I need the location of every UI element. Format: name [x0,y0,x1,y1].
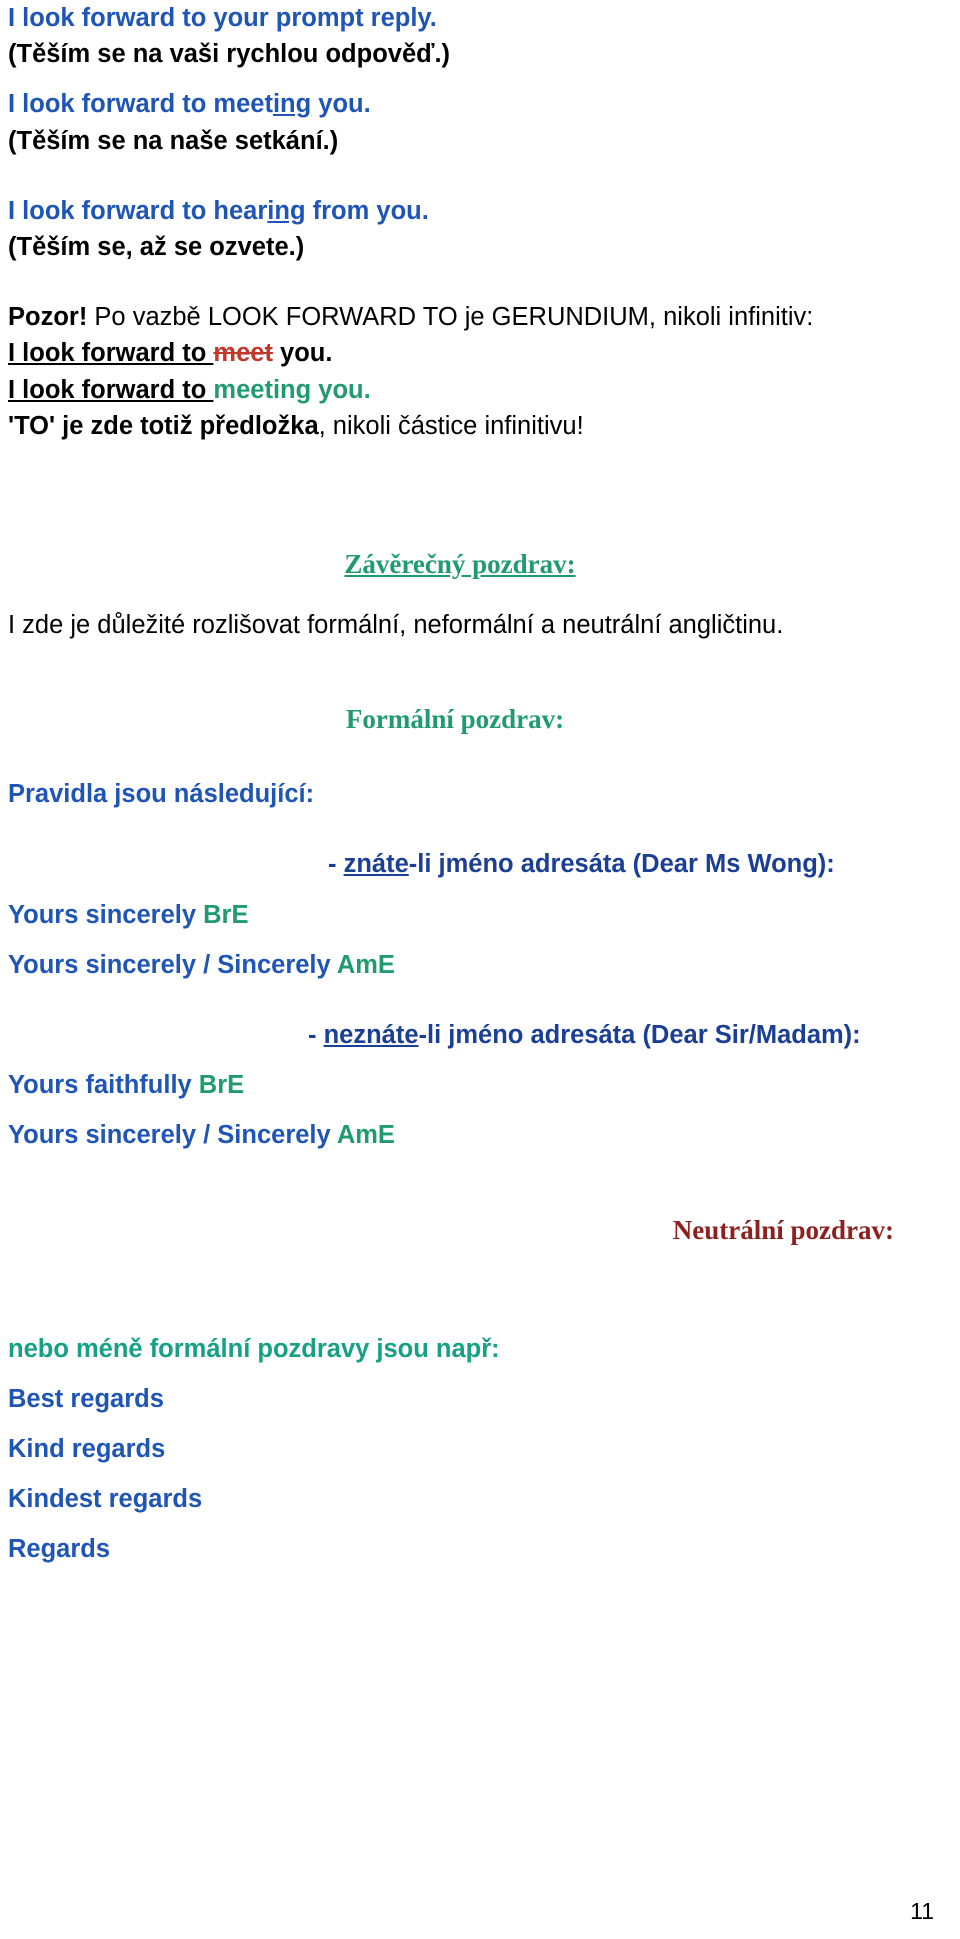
known-option-1-text: Yours sincerely [8,900,204,929]
example-3-english: I look forward to hearing from you. [8,193,942,229]
unknown-underline: neznáte [323,1021,419,1050]
known-option-1-variant: BrE [203,900,249,929]
neutral-item-2: Kind regards [8,1435,166,1464]
pozor-wrong-word: meet [213,339,273,368]
example-2-english-post: you. [311,90,371,119]
example-1-english: I look forward to your prompt reply. [8,4,437,32]
known-suffix: -li jméno adresáta (Dear Ms Wong): [408,850,835,879]
neutral-heading: Neutrální pozdrav: [672,1214,894,1245]
pozor-right-prefix: I look forward to [8,375,214,404]
unknown-option-2-variant: AmE [336,1121,395,1150]
known-addressee-rule: - znáte-li jméno adresáta (Dear Ms Wong)… [8,846,942,882]
pozor-rest: Po vazbě LOOK FORWARD TO je GERUNDIUM, n… [87,303,814,332]
known-option-2: Yours sincerely / Sincerely AmE [8,947,942,983]
neutral-intro: nebo méně formální pozdravy jsou např: [8,1334,500,1363]
neutral-item-3: Kindest regards [8,1485,203,1514]
unknown-option-2: Yours sincerely / Sincerely AmE [8,1117,942,1153]
example-3-english-pre: I look forward to hear [8,196,268,225]
pozor-note: 'TO' je zde totiž předložka, nikoli část… [8,408,942,444]
unknown-prefix: - [308,1021,324,1050]
known-underline: znáte [343,850,409,879]
rules-label: Pravidla jsou následující: [8,780,315,809]
unknown-option-1-variant: BrE [198,1071,245,1100]
unknown-suffix: -li jméno adresáta (Dear Sir/Madam): [418,1021,861,1050]
closing-intro: I zde je důležité rozlišovat formální, n… [8,611,784,640]
pozor-wrong-suffix: you. [272,339,333,368]
document-page: I look forward to your prompt reply. (Tě… [0,0,960,1939]
unknown-option-1-text: Yours faithfully [8,1071,199,1100]
pozor-right-example: I look forward to meeting you. [8,372,942,408]
example-2-czech: (Těším se na naše setkání.) [8,126,339,155]
unknown-option-2-text: Yours sincerely / Sincerely [8,1121,337,1150]
document-content: I look forward to your prompt reply. (Tě… [0,0,960,1568]
pozor-right-word: meeting you. [213,375,371,404]
example-1-czech: (Těším se na vaši rychlou odpověď.) [8,40,451,69]
known-prefix: - [328,850,344,879]
known-option-2-variant: AmE [336,950,395,979]
pozor-wrong-example: I look forward to meet you. [8,335,942,371]
pozor-label: Pozor! [8,303,88,332]
example-3-czech: (Těším se, až se ozvete.) [8,233,305,262]
pozor-note-suffix: , nikoli částice infinitivu! [318,411,584,440]
unknown-option-1: Yours faithfully BrE [8,1067,942,1103]
pozor-note-prefix: 'TO' je zde totiž [8,411,200,440]
page-number: 11 [910,1898,934,1924]
example-2-english: I look forward to meeting you. [8,86,942,122]
example-2-english-underline: ing [272,90,312,119]
example-3-english-underline: ing [267,196,306,225]
unknown-addressee-rule: - neznáte-li jméno adresáta (Dear Sir/Ma… [8,1017,942,1053]
pozor-wrong-prefix: I look forward to [8,339,214,368]
neutral-item-4: Regards [8,1535,111,1564]
formal-heading: Formální pozdrav: [345,704,565,735]
neutral-item-1: Best regards [8,1384,164,1413]
example-2-english-pre: I look forward to meet [8,90,273,119]
closing-heading: Závěrečný pozdrav: [344,549,576,580]
pozor-line: Pozor! Po vazbě LOOK FORWARD TO je GERUN… [8,299,942,335]
pozor-note-bold: předložka [199,411,319,440]
known-option-1: Yours sincerely BrE [8,897,942,933]
example-3-english-post: from you. [305,196,429,225]
known-option-2-text: Yours sincerely / Sincerely [8,950,337,979]
